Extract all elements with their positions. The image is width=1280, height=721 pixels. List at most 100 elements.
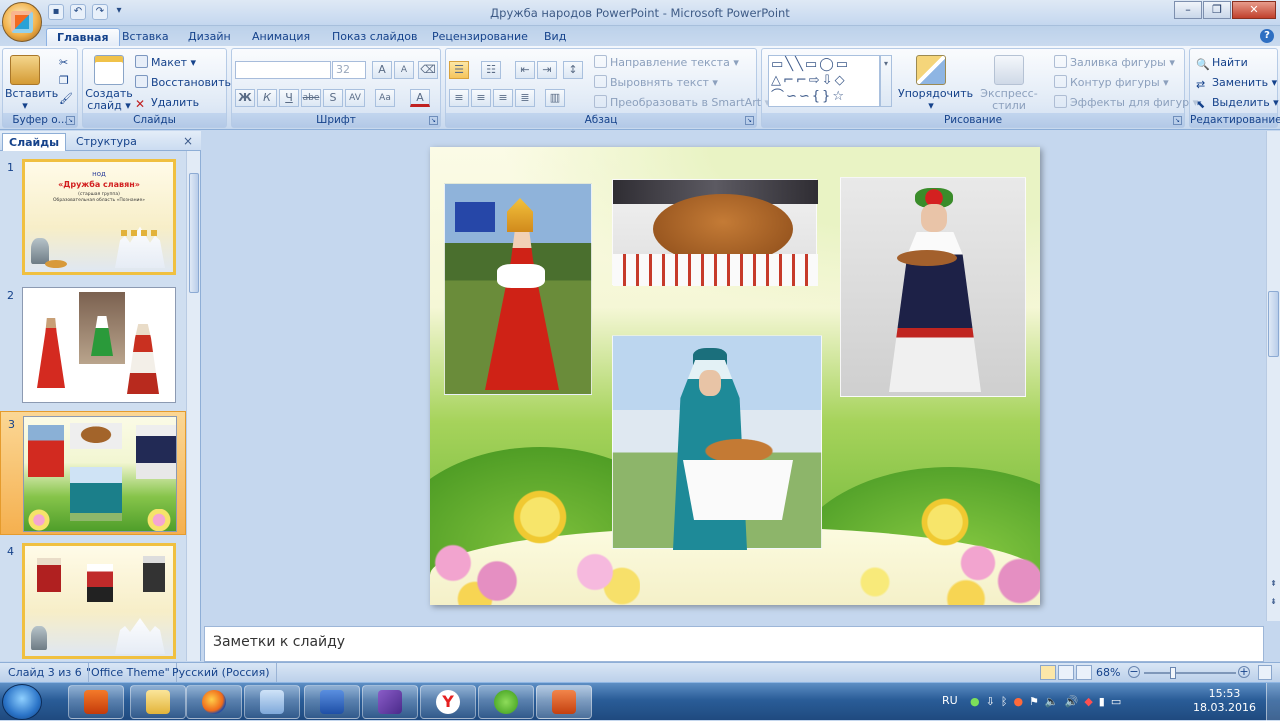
font-size-input[interactable]: 32 <box>332 61 366 79</box>
tab-home[interactable]: Главная <box>46 28 120 46</box>
notes-field[interactable]: Заметки к слайду <box>204 626 1264 662</box>
decrease-indent-icon[interactable]: ⇤ <box>515 61 535 79</box>
shrink-font-button[interactable]: A <box>394 61 414 79</box>
current-slide[interactable] <box>430 147 1040 605</box>
tab-slideshow[interactable]: Показ слайдов <box>322 28 428 46</box>
tray-battery-icon[interactable]: ▭ <box>1111 695 1121 708</box>
sorter-view-icon[interactable] <box>1058 665 1074 680</box>
align-left-icon[interactable]: ≡ <box>449 89 469 107</box>
tray-antivirus-icon[interactable]: ● <box>1013 695 1023 708</box>
taskbar-media-player[interactable] <box>68 685 124 719</box>
font-name-input[interactable] <box>235 61 331 79</box>
normal-view-icon[interactable] <box>1040 665 1056 680</box>
slide-scrollbar[interactable]: ⇞ ⇟ <box>1266 131 1280 621</box>
taskbar-visual-studio[interactable] <box>362 685 418 719</box>
format-painter-icon[interactable]: 🖌 <box>59 91 73 107</box>
tab-insert[interactable]: Вставка <box>112 28 179 46</box>
thumbnails-scrollbar[interactable] <box>186 151 200 661</box>
tray-shield-icon[interactable]: ◆ <box>1084 695 1092 708</box>
tab-view[interactable]: Вид <box>534 28 576 46</box>
slide-thumbnail-1[interactable]: 1 нод «Дружба славян» (старшая группа) О… <box>0 155 186 279</box>
shape-fill-button[interactable]: Заливка фигуры ▾ <box>1054 55 1175 71</box>
line-spacing-icon[interactable]: ↕ <box>563 61 583 79</box>
shapes-more-icon[interactable]: ▾ <box>880 55 892 107</box>
cut-icon[interactable]: ✂ <box>59 55 68 71</box>
clock[interactable]: 15:53 18.03.2016 <box>1193 687 1256 715</box>
fit-to-window-icon[interactable] <box>1258 665 1272 680</box>
scrollbar-thumb[interactable] <box>189 173 199 293</box>
change-case-button[interactable]: Aa <box>375 89 395 107</box>
taskbar-sound[interactable] <box>244 685 300 719</box>
tray-utorrent-icon[interactable]: ● <box>970 695 980 708</box>
font-launcher[interactable]: ↘ <box>429 116 438 125</box>
show-desktop-button[interactable] <box>1266 683 1280 721</box>
close-button[interactable]: ✕ <box>1232 1 1276 19</box>
increase-indent-icon[interactable]: ⇥ <box>537 61 557 79</box>
align-center-icon[interactable]: ≡ <box>471 89 491 107</box>
next-slide-icon[interactable]: ⇟ <box>1268 597 1279 611</box>
spacing-button[interactable]: AV <box>345 89 365 107</box>
tray-network-icon[interactable]: ▮ <box>1099 695 1105 708</box>
grow-font-button[interactable]: A <box>372 61 392 79</box>
layout-button[interactable]: Макет ▾ <box>135 55 196 71</box>
taskbar-word[interactable] <box>304 685 360 719</box>
slideshow-view-icon[interactable] <box>1076 665 1092 680</box>
restore-button[interactable]: ❐ <box>1203 1 1231 19</box>
taskbar-yandex[interactable]: Y <box>420 685 476 719</box>
bold-button[interactable]: Ж <box>235 89 255 107</box>
shapes-gallery[interactable]: ▭╲╲▭◯▭ △⌐⌐⇨⇩◇ ⌒∽∽{}☆ <box>768 55 880 107</box>
tab-review[interactable]: Рецензирование <box>422 28 538 46</box>
tray-flag-icon[interactable]: ⚑ <box>1029 695 1039 708</box>
paste-button[interactable]: Вставить ▾ <box>5 53 58 112</box>
justify-icon[interactable]: ≣ <box>515 89 535 107</box>
zoom-slider[interactable] <box>1144 672 1236 674</box>
help-icon[interactable]: ? <box>1260 29 1274 43</box>
shape-outline-button[interactable]: Контур фигуры ▾ <box>1054 75 1169 91</box>
panel-close-icon[interactable]: × <box>183 134 193 148</box>
photo-ukrainian-costume[interactable] <box>840 177 1026 397</box>
photo-tatar-costume[interactable] <box>612 335 822 550</box>
slide-scrollbar-thumb[interactable] <box>1268 291 1279 357</box>
tab-slides-panel[interactable]: Слайды <box>2 133 67 151</box>
align-right-icon[interactable]: ≡ <box>493 89 513 107</box>
prev-slide-icon[interactable]: ⇞ <box>1268 579 1279 593</box>
new-slide-button[interactable]: Создать слайд ▾ <box>85 53 133 112</box>
smartart-button[interactable]: Преобразовать в SmartArt ▾ <box>594 95 770 111</box>
tray-bluetooth-icon[interactable]: ᛒ <box>1001 695 1008 708</box>
drawing-launcher[interactable]: ↘ <box>1173 116 1182 125</box>
columns-icon[interactable]: ▥ <box>545 89 565 107</box>
taskbar-firefox[interactable] <box>186 685 242 719</box>
delete-slide-button[interactable]: ✕ Удалить <box>135 95 199 111</box>
photo-russian-costume[interactable] <box>444 183 592 395</box>
start-button[interactable] <box>2 684 42 720</box>
underline-button[interactable]: Ч <box>279 89 299 107</box>
minimize-button[interactable]: – <box>1174 1 1202 19</box>
find-button[interactable]: 🔍 Найти <box>1196 55 1248 71</box>
align-text-button[interactable]: Выровнять текст ▾ <box>594 75 718 91</box>
input-language[interactable]: RU <box>942 694 958 707</box>
tray-sound-icon[interactable]: 🔊 <box>1065 695 1079 708</box>
zoom-in-icon[interactable]: + <box>1238 666 1250 678</box>
office-button[interactable] <box>2 2 42 42</box>
clear-format-icon[interactable]: ⌫ <box>418 61 438 79</box>
copy-icon[interactable]: ❐ <box>59 73 69 89</box>
paragraph-launcher[interactable]: ↘ <box>745 116 754 125</box>
numbering-icon[interactable]: ☷ <box>481 61 501 79</box>
text-direction-button[interactable]: Направление текста ▾ <box>594 55 739 71</box>
zoom-out-icon[interactable]: − <box>1128 666 1140 678</box>
taskbar-explorer[interactable] <box>130 685 186 719</box>
arrange-button[interactable]: Упорядочить ▾ <box>898 53 973 112</box>
slide-thumbnail-3-selected[interactable]: 3 <box>0 411 186 535</box>
tray-download-icon[interactable]: ⇩ <box>986 695 995 708</box>
taskbar-powerpoint[interactable] <box>536 685 592 719</box>
slide-thumbnail-4[interactable]: 4 <box>0 539 186 663</box>
quick-styles-button[interactable]: Экспресс-стили <box>966 53 1052 112</box>
clipboard-launcher[interactable]: ↘ <box>66 116 75 125</box>
taskbar-utorrent[interactable] <box>478 685 534 719</box>
replace-button[interactable]: ⇄ Заменить ▾ <box>1196 75 1277 91</box>
tab-outline-panel[interactable]: Структура <box>70 133 143 151</box>
slide-thumbnail-2[interactable]: 2 <box>0 283 186 407</box>
tray-speaker-icon[interactable]: 🔈 <box>1045 695 1059 708</box>
tab-design[interactable]: Дизайн <box>178 28 241 46</box>
language-indicator[interactable]: Русский (Россия) <box>166 663 277 683</box>
